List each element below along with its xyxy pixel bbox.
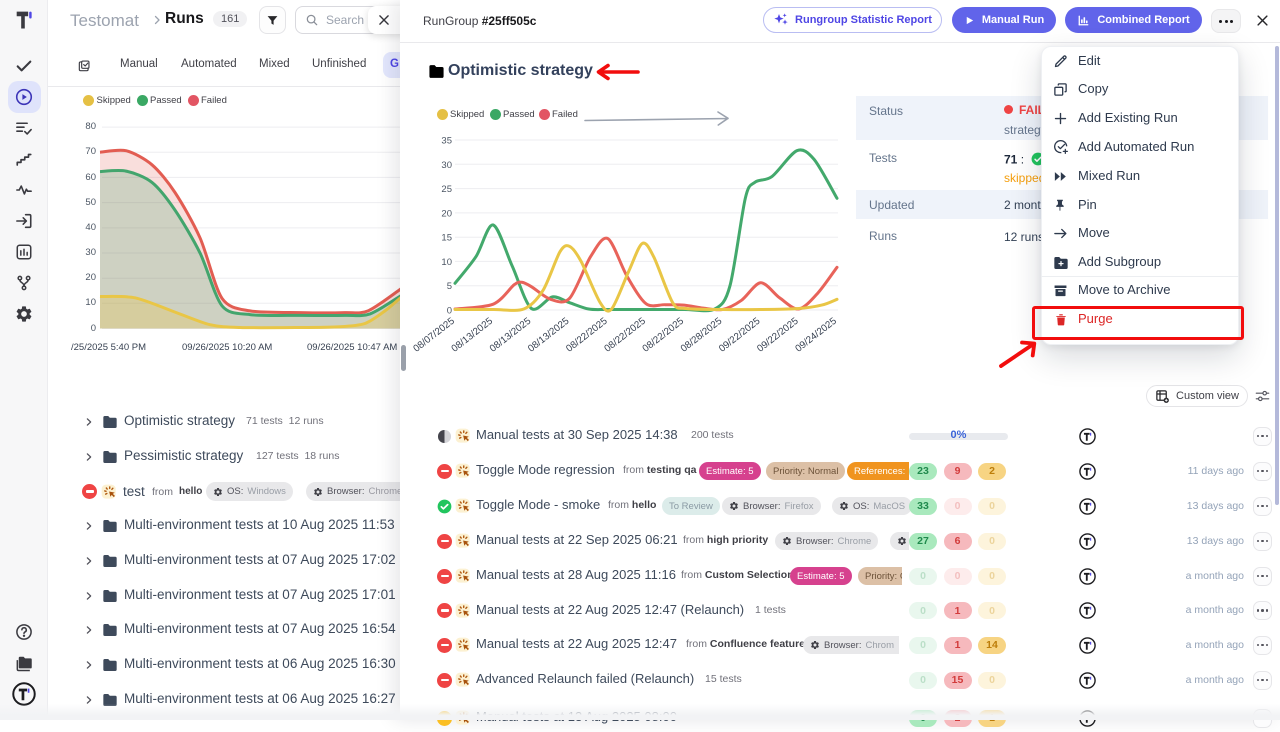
svg-text:08/07/2025: 08/07/2025 [411,315,457,354]
svg-text:08/28/2025: 08/28/2025 [679,315,725,354]
svg-text:0: 0 [447,306,452,317]
svg-text:08/13/2025: 08/13/2025 [488,315,534,354]
svg-text:08/13/2025: 08/13/2025 [450,315,496,354]
svg-text:08/22/2025: 08/22/2025 [564,315,610,354]
svg-text:08/13/2025: 08/13/2025 [526,315,572,354]
svg-text:15: 15 [441,233,452,244]
svg-text:25: 25 [441,184,452,195]
svg-text:09/22/2025: 09/22/2025 [717,315,763,354]
svg-text:08/22/2025: 08/22/2025 [602,315,648,354]
svg-text:20: 20 [441,208,452,219]
svg-text:09/22/2025: 09/22/2025 [755,315,801,354]
svg-text:09/24/2025: 09/24/2025 [793,315,839,354]
svg-text:5: 5 [447,281,452,292]
svg-text:10: 10 [441,257,452,268]
svg-text:08/22/2025: 08/22/2025 [641,315,687,354]
svg-text:35: 35 [441,136,452,147]
svg-text:30: 30 [441,160,452,171]
